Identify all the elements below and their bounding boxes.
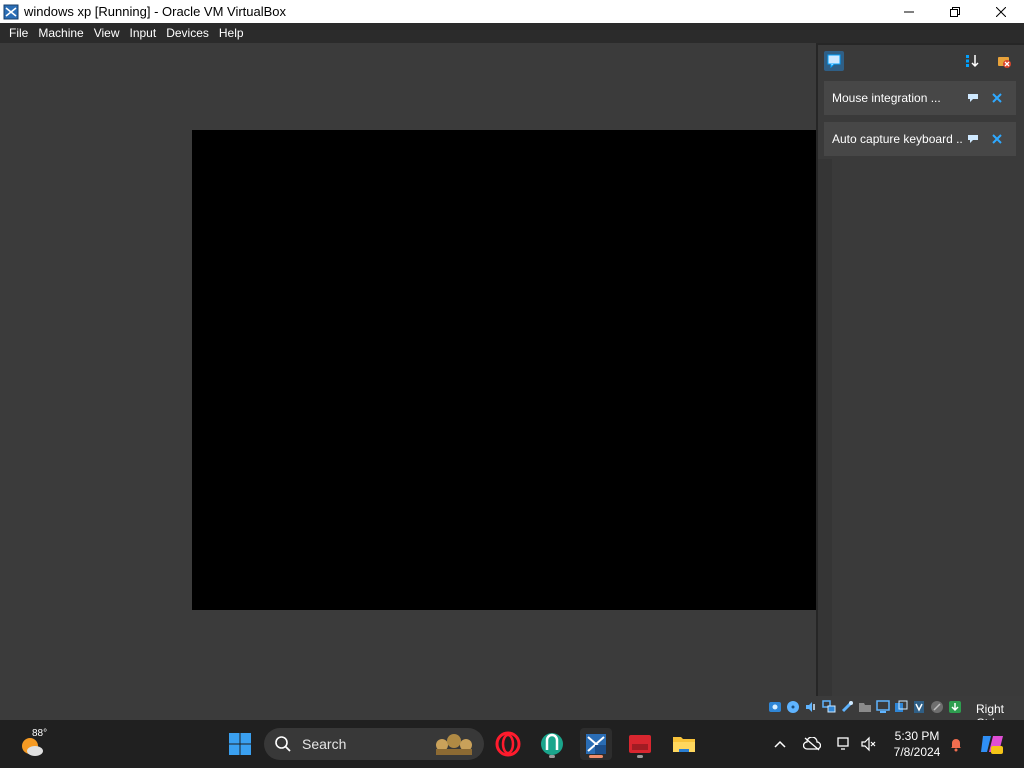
close-icon (992, 93, 1002, 103)
taskbar-search[interactable]: Search (264, 728, 484, 760)
help-bubble-icon (968, 94, 978, 102)
opera-icon (495, 731, 521, 757)
onedrive-tray-button[interactable] (802, 734, 822, 754)
notification-item[interactable]: Auto capture keyboard ... (824, 122, 1016, 156)
search-icon (275, 736, 291, 752)
app-taskbar-button[interactable] (624, 728, 656, 760)
windows-logo-icon (229, 733, 251, 755)
help-button[interactable] (966, 132, 980, 146)
notification-panel-scroll (818, 159, 832, 698)
menu-machine[interactable]: Machine (33, 23, 88, 43)
usb-icon[interactable] (840, 700, 854, 714)
menu-devices[interactable]: Devices (161, 23, 214, 43)
windows-taskbar: 88° Search 5:30 PM 7/8/2024 (0, 720, 1024, 768)
menu-bar: File Machine View Input Devices Help (0, 23, 1024, 43)
file-explorer-taskbar-button[interactable] (668, 728, 700, 760)
notification-label: Auto capture keyboard ... (832, 132, 962, 146)
menu-input[interactable]: Input (125, 23, 162, 43)
optical-drive-icon[interactable] (786, 700, 800, 714)
notification-item[interactable]: Mouse integration ... (824, 81, 1016, 115)
speaker-muted-icon (861, 736, 876, 752)
red-app-icon (629, 735, 651, 753)
cloud-off-icon (803, 737, 821, 751)
search-label: Search (302, 736, 347, 752)
network-tray-button[interactable] (834, 734, 854, 754)
broom-clear-icon (998, 57, 1011, 68)
mouse-integration-icon[interactable] (930, 700, 944, 714)
menu-file[interactable]: File (4, 23, 33, 43)
close-icon (992, 134, 1002, 144)
clock-date: 7/8/2024 (893, 745, 941, 759)
vm-screen[interactable] (192, 130, 816, 610)
minimize-icon (904, 11, 914, 12)
network-monitor-icon (837, 737, 849, 750)
notification-bubble-icon (827, 54, 841, 68)
weather-temperature: 88° (32, 728, 48, 739)
window-titlebar[interactable]: windows xp [Running] - Oracle VM Virtual… (0, 0, 1024, 23)
start-button[interactable] (224, 728, 256, 760)
maximize-button[interactable] (932, 0, 978, 23)
chevron-up-icon (774, 740, 786, 748)
virtualbox-vm-icon (586, 734, 606, 754)
dismiss-button[interactable] (990, 91, 1004, 105)
running-indicator (549, 755, 555, 758)
bell-icon (951, 739, 961, 752)
running-indicator (637, 755, 643, 758)
sort-icon (966, 55, 979, 68)
menu-help[interactable]: Help (214, 23, 249, 43)
audio-icon[interactable] (804, 700, 818, 714)
virtualbox-icon (3, 4, 19, 19)
notification-toolbar (818, 45, 1024, 77)
copilot-taskbar-button[interactable] (976, 728, 1008, 760)
status-bar: Right Ctrl (0, 696, 1024, 730)
opera-taskbar-button[interactable] (492, 728, 524, 760)
taskbar-clock[interactable]: 5:30 PM 7/8/2024 (890, 728, 944, 760)
copilot-icon (981, 736, 1003, 754)
notifications-tray-button[interactable] (946, 734, 966, 754)
search-highlight-icon (436, 734, 472, 755)
keyboard-capture-icon[interactable] (948, 700, 962, 714)
notification-panel: Mouse integration ... Auto capture keybo… (816, 43, 1024, 698)
device-indicators (768, 700, 966, 714)
recording-icon[interactable] (894, 700, 908, 714)
window-title: windows xp [Running] - Oracle VM Virtual… (24, 4, 287, 19)
volume-tray-button[interactable] (858, 734, 878, 754)
menu-view[interactable]: View (89, 23, 125, 43)
close-button[interactable] (978, 0, 1024, 23)
vm-display-area (0, 43, 816, 696)
cpu-icon[interactable] (912, 700, 926, 714)
close-icon (996, 6, 1006, 17)
clear-notifications-button[interactable] (994, 51, 1014, 71)
restore-icon (950, 6, 960, 17)
help-button[interactable] (966, 91, 980, 105)
notification-label: Mouse integration ... (832, 91, 941, 105)
hard-disk-icon[interactable] (768, 700, 782, 714)
display-icon[interactable] (876, 700, 890, 714)
network-icon[interactable] (822, 700, 836, 714)
app-taskbar-button[interactable] (536, 728, 568, 760)
active-indicator (589, 755, 603, 758)
window-controls (886, 0, 1024, 23)
help-bubble-icon (968, 135, 978, 143)
virtualbox-taskbar-button[interactable] (580, 728, 612, 760)
folder-icon (673, 737, 695, 752)
show-hidden-icons-button[interactable] (770, 734, 790, 754)
toggle-notifications-button[interactable] (824, 51, 844, 71)
clock-time: 5:30 PM (894, 729, 940, 743)
dismiss-button[interactable] (990, 132, 1004, 146)
shared-folders-icon[interactable] (858, 700, 872, 714)
sort-notifications-button[interactable] (962, 51, 982, 71)
teal-app-icon (541, 733, 563, 755)
minimize-button[interactable] (886, 0, 932, 23)
